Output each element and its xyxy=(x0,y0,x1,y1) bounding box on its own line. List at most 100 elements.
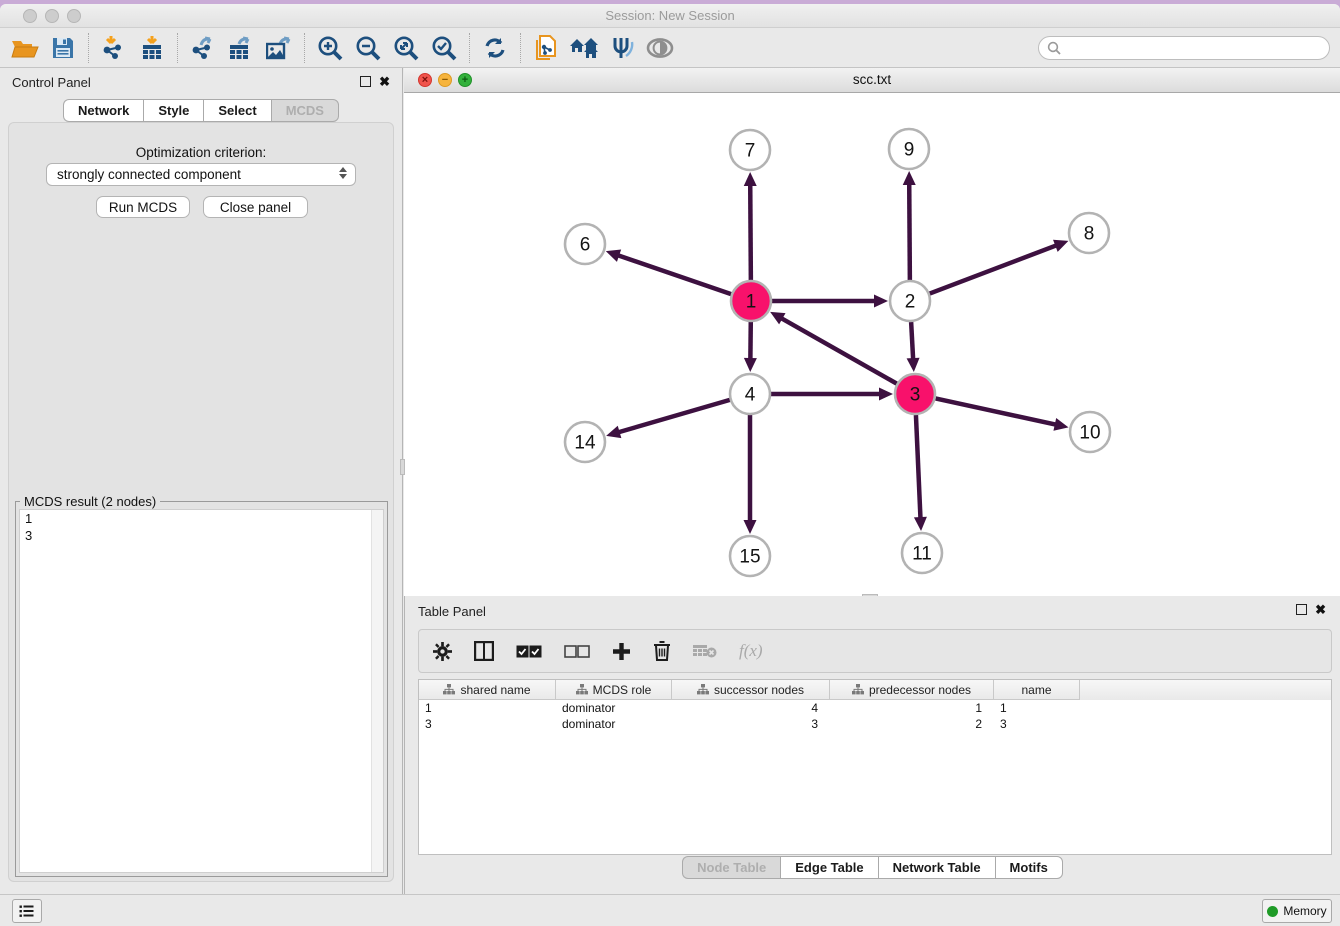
node-label: 11 xyxy=(912,544,932,565)
network-window-titlebar[interactable]: × − + scc.txt xyxy=(404,68,1340,93)
table-row[interactable]: 3dominator323 xyxy=(419,716,1331,732)
deselect-all-icon[interactable] xyxy=(564,645,590,658)
edge-arrowhead xyxy=(606,250,621,262)
import-table-icon[interactable] xyxy=(133,31,171,65)
tab-edge-table[interactable]: Edge Table xyxy=(780,856,877,879)
edge-1-7[interactable] xyxy=(750,184,751,280)
open-session-icon[interactable] xyxy=(6,31,44,65)
edge-4-14[interactable] xyxy=(618,400,730,433)
control-panel-title: Control Panel xyxy=(12,75,91,90)
column-header-predecessor-nodes[interactable]: predecessor nodes xyxy=(830,680,994,700)
table-row[interactable]: 1dominator411 xyxy=(419,700,1331,716)
close-panel-button[interactable]: Close panel xyxy=(203,196,308,218)
table-header-row: shared nameMCDS rolesuccessor nodesprede… xyxy=(419,680,1331,700)
delete-column-icon[interactable] xyxy=(653,641,671,661)
refresh-layout-icon[interactable] xyxy=(476,31,514,65)
titlebar: Session: New Session xyxy=(0,4,1340,28)
memory-label: Memory xyxy=(1283,904,1326,918)
close-table-panel-icon[interactable]: ✖ xyxy=(1315,604,1326,615)
edge-arrowhead xyxy=(907,358,920,372)
table-panel-header: Table Panel ✖ xyxy=(405,602,1340,624)
import-network-icon[interactable] xyxy=(95,31,133,65)
toolbar-separator xyxy=(177,33,178,63)
dropdown-stepper-icon xyxy=(339,167,347,179)
clone-network-icon[interactable] xyxy=(527,31,565,65)
node-label: 9 xyxy=(904,140,915,161)
edge-arrowhead xyxy=(874,295,888,308)
show-column-selector-icon[interactable] xyxy=(474,641,494,661)
mcds-result-list[interactable]: 13 xyxy=(19,509,384,873)
edge-3-11[interactable] xyxy=(916,415,921,519)
column-header-successor-nodes[interactable]: successor nodes xyxy=(672,680,830,700)
edge-arrowhead xyxy=(1053,418,1068,431)
save-session-icon[interactable] xyxy=(44,31,82,65)
toolbar-separator xyxy=(304,33,305,63)
edge-2-9[interactable] xyxy=(909,183,910,280)
table-cell: 1 xyxy=(419,700,556,716)
table-cell: 1 xyxy=(830,700,994,716)
zoom-fit-icon[interactable] xyxy=(387,31,425,65)
edge-3-10[interactable] xyxy=(936,398,1057,424)
hide-details-icon[interactable] xyxy=(641,31,679,65)
application-window: Session: New Session xyxy=(0,4,1340,926)
edge-arrowhead xyxy=(744,520,757,534)
zoom-out-icon[interactable] xyxy=(349,31,387,65)
edge-2-3[interactable] xyxy=(911,322,913,360)
optimization-criterion-label: Optimization criterion: xyxy=(9,145,393,160)
node-label: 8 xyxy=(1084,224,1095,245)
edge-arrowhead xyxy=(914,517,927,531)
search-icon xyxy=(1047,41,1061,55)
edge-1-6[interactable] xyxy=(617,255,731,294)
vertical-splitter-handle[interactable] xyxy=(400,459,405,475)
tab-motifs[interactable]: Motifs xyxy=(995,856,1063,879)
edge-arrowhead xyxy=(903,171,916,185)
column-header-shared-name[interactable]: shared name xyxy=(419,680,556,700)
node-label: 15 xyxy=(739,547,760,568)
task-history-button[interactable] xyxy=(12,899,42,923)
tab-select[interactable]: Select xyxy=(203,99,270,122)
edge-arrowhead xyxy=(744,172,757,186)
mcds-result-item[interactable]: 1 xyxy=(20,510,383,527)
column-type-icon xyxy=(576,684,588,695)
function-builder-icon[interactable]: f(x) xyxy=(739,641,763,661)
tab-network-table[interactable]: Network Table xyxy=(878,856,995,879)
delete-table-icon[interactable] xyxy=(693,643,717,659)
node-table: shared nameMCDS rolesuccessor nodesprede… xyxy=(418,679,1332,855)
edge-arrowhead xyxy=(1053,240,1068,252)
edge-3-1[interactable] xyxy=(781,318,897,384)
run-mcds-button[interactable]: Run MCDS xyxy=(96,196,190,218)
optimization-criterion-dropdown[interactable]: strongly connected component xyxy=(46,163,356,186)
result-scrollbar[interactable] xyxy=(371,510,383,872)
tab-style[interactable]: Style xyxy=(143,99,203,122)
zoom-in-icon[interactable] xyxy=(311,31,349,65)
column-header-MCDS-role[interactable]: MCDS role xyxy=(556,680,672,700)
close-panel-icon[interactable]: ✖ xyxy=(379,76,390,87)
edge-2-8[interactable] xyxy=(930,245,1058,293)
column-header-name[interactable]: name xyxy=(994,680,1080,700)
mcds-result-item[interactable]: 3 xyxy=(20,527,383,544)
dropdown-value: strongly connected component xyxy=(57,167,241,182)
table-tabs: Node TableEdge TableNetwork TableMotifs xyxy=(405,856,1340,879)
style-preview-icon[interactable] xyxy=(603,31,641,65)
network-canvas[interactable]: 7968124314101511 xyxy=(404,93,1340,596)
float-panel-icon[interactable] xyxy=(360,76,371,87)
node-label: 1 xyxy=(746,292,757,313)
float-table-panel-icon[interactable] xyxy=(1296,604,1307,615)
export-table-icon[interactable] xyxy=(222,31,260,65)
home-icon[interactable] xyxy=(565,31,603,65)
add-column-icon[interactable] xyxy=(612,642,631,661)
export-network-icon[interactable] xyxy=(184,31,222,65)
select-all-icon[interactable] xyxy=(516,645,542,658)
search-input[interactable] xyxy=(1061,38,1329,58)
tab-network[interactable]: Network xyxy=(63,99,143,122)
tab-node-table[interactable]: Node Table xyxy=(682,856,780,879)
search-field[interactable] xyxy=(1038,36,1330,60)
memory-button[interactable]: Memory xyxy=(1262,899,1332,923)
tab-mcds[interactable]: MCDS xyxy=(271,99,339,122)
toolbar-separator xyxy=(469,33,470,63)
export-image-icon[interactable] xyxy=(260,31,298,65)
zoom-selected-icon[interactable] xyxy=(425,31,463,65)
settings-icon[interactable] xyxy=(433,642,452,661)
node-label: 4 xyxy=(745,385,756,406)
toolbar-separator xyxy=(520,33,521,63)
